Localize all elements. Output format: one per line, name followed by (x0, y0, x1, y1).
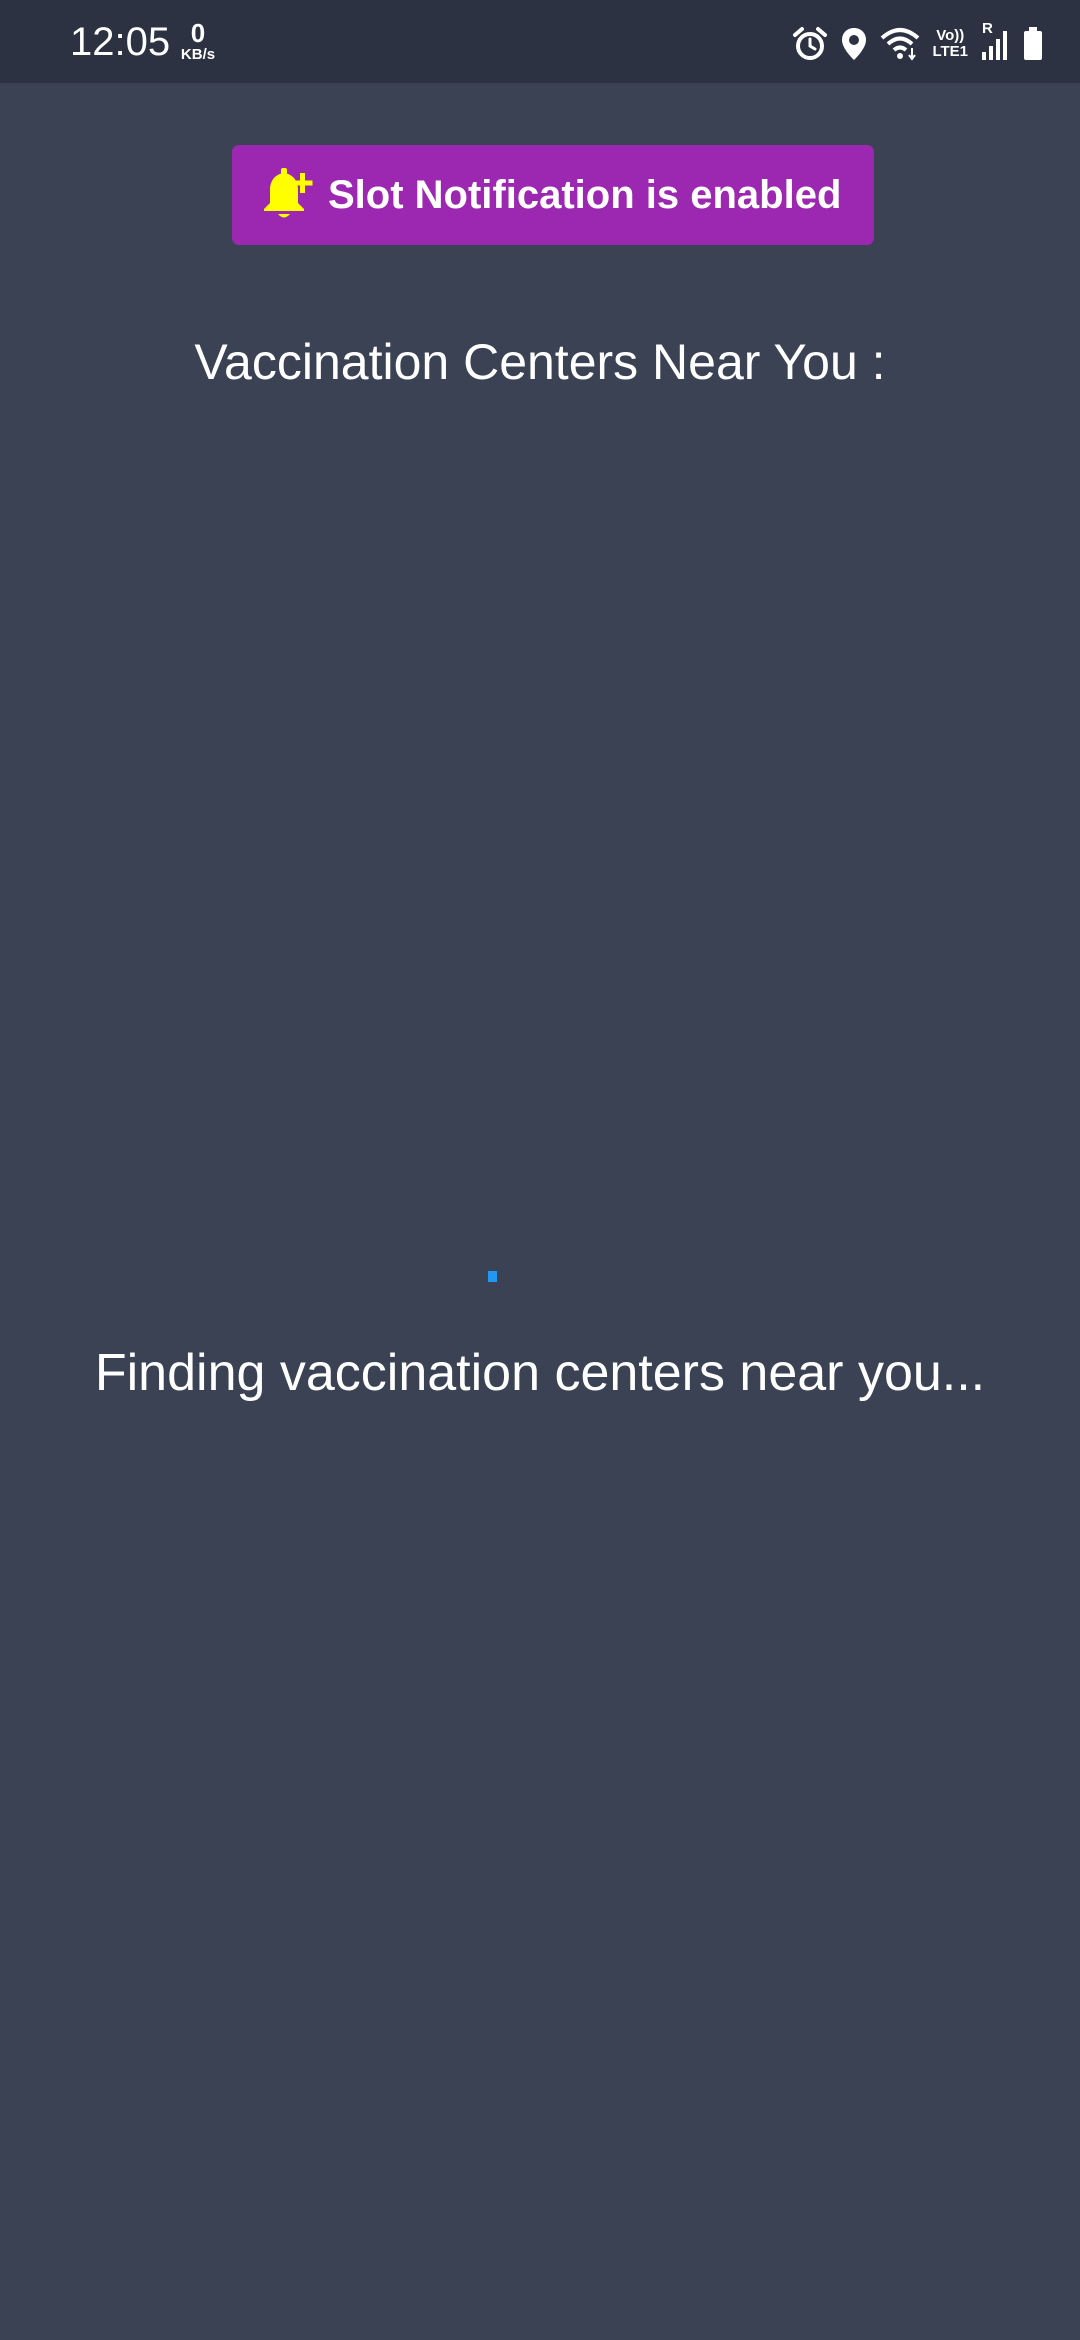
lte-label: LTE1 (932, 43, 968, 60)
page-title: Vaccination Centers Near You : (194, 334, 886, 390)
network-speed-value: 0 (190, 18, 206, 48)
bell-plus-icon (258, 165, 318, 225)
slot-notification-label: Slot Notification is enabled (328, 172, 842, 217)
network-type-label: Vo)) LTE1 (932, 28, 968, 60)
location-icon (840, 26, 868, 62)
alarm-icon (792, 26, 828, 62)
loading-message: Finding vaccination centers near you... (94, 1344, 986, 1402)
network-speed: 0 KB/s (176, 20, 220, 62)
main-content: Slot Notification is enabled Vaccination… (0, 83, 1080, 2340)
wifi-icon (880, 26, 920, 62)
network-speed-unit: KB/s (180, 46, 216, 63)
loading-spinner (488, 1271, 497, 1282)
signal-icon: R (980, 20, 1010, 62)
battery-icon (1022, 26, 1044, 62)
status-bar: 12:05 0 KB/s Vo)) LTE1 R (0, 0, 1080, 83)
status-time: 12:05 (70, 20, 171, 64)
slot-notification-button[interactable]: Slot Notification is enabled (232, 145, 874, 245)
status-icons: Vo)) LTE1 R (792, 20, 1044, 66)
roaming-label: R (982, 20, 993, 37)
volte-label: Vo)) (936, 27, 965, 45)
